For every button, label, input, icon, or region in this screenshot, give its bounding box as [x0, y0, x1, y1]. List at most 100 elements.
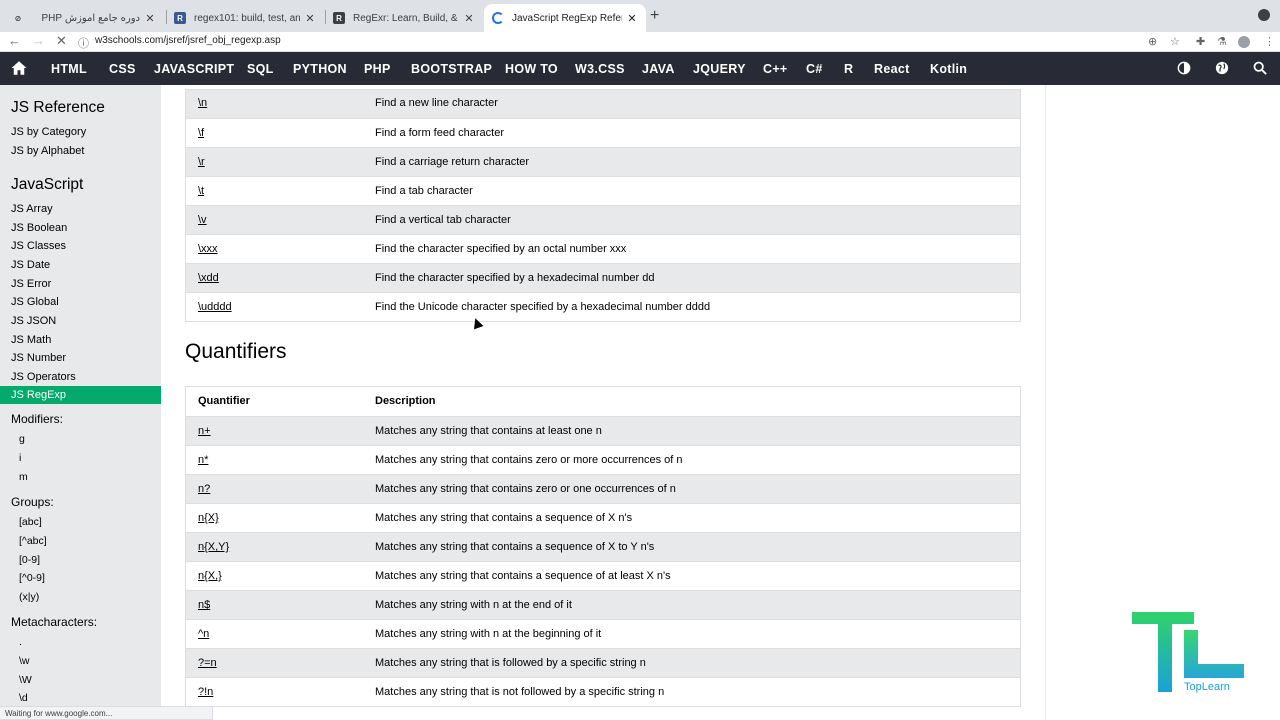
stop-loading-icon[interactable]: ✕ [56, 33, 67, 49]
nav-bootstrap[interactable]: BOOTSTRAP [411, 62, 492, 76]
tab-title: JavaScript RegExp Reference [512, 12, 622, 24]
kebab-menu-icon[interactable]: ⋮ [1264, 35, 1275, 48]
metachar-desc: Find a tab character [375, 185, 473, 197]
sidebar-item-group-alternation[interactable]: (x|y) [19, 591, 39, 603]
sidebar-item-group-digits[interactable]: [0-9] [19, 554, 40, 566]
tab-close-icon[interactable]: ✕ [626, 12, 638, 25]
back-arrow-icon[interactable]: ← [8, 33, 21, 48]
profile-avatar[interactable] [1238, 36, 1250, 48]
sidebar-item-meta-W[interactable]: \W [19, 674, 32, 686]
nav-javascript[interactable]: JAVASCRIPT [154, 62, 234, 76]
metachar-link[interactable]: \udddd [198, 301, 232, 313]
sidebar-link-by-alphabet[interactable]: JS by Alphabet [11, 145, 161, 157]
sidebar-item-modifier-m[interactable]: m [19, 471, 28, 483]
quantifier-link[interactable]: ^n [198, 628, 209, 640]
sidebar-item-group-not-digits[interactable]: [^0-9] [19, 572, 45, 584]
tab-close-icon[interactable]: ✕ [144, 12, 156, 25]
metachar-desc: Find a form feed character [375, 127, 505, 139]
quantifier-link[interactable]: n* [198, 454, 208, 466]
browser-status-bar: Waiting for www.google.com... [0, 706, 213, 720]
dark-mode-icon[interactable] [1177, 61, 1191, 75]
quantifier-link[interactable]: ?=n [198, 657, 217, 669]
sidebar-link-by-category[interactable]: JS by Category [11, 126, 161, 138]
metachar-link[interactable]: \r [198, 156, 205, 168]
sidebar-link-boolean[interactable]: JS Boolean [11, 222, 161, 234]
metachar-link[interactable]: \n [198, 97, 207, 109]
forward-arrow-icon[interactable]: → [32, 33, 45, 48]
bookmark-star-icon[interactable]: ☆ [1170, 35, 1180, 48]
nav-react[interactable]: React [874, 62, 910, 76]
nav-python[interactable]: PYTHON [293, 62, 347, 76]
nav-java[interactable]: JAVA [642, 62, 675, 76]
sidebar-link-json[interactable]: JS JSON [11, 315, 161, 327]
nav-php[interactable]: PHP [364, 62, 391, 76]
zoom-icon[interactable]: ⊕ [1148, 35, 1157, 48]
url-input[interactable]: w3schools.com/jsref/jsref_obj_regexp.asp [95, 35, 281, 46]
extension-flask-icon[interactable]: ⚗ [1217, 35, 1227, 48]
browser-tab-w3schools[interactable]: JavaScript RegExp Reference ✕ [484, 4, 646, 32]
nav-how-to[interactable]: HOW TO [505, 62, 558, 76]
browser-tab-php-course[interactable]: ⊘ دوره جامع آموزش PHP ✕ [4, 4, 164, 32]
site-info-icon[interactable]: ⓘ [78, 35, 89, 51]
sidebar-link-operators[interactable]: JS Operators [11, 371, 161, 383]
home-icon[interactable] [10, 59, 28, 77]
nav-sql[interactable]: SQL [247, 62, 274, 76]
globe-icon[interactable] [1215, 61, 1229, 75]
sidebar-label-metacharacters: Metacharacters: [11, 615, 98, 629]
table-row: n{X,} Matches any string that contains a… [186, 561, 1020, 590]
quantifier-link[interactable]: n{X} [198, 512, 219, 524]
quantifiers-table: Quantifier Description n+ Matches any st… [185, 386, 1021, 707]
table-row: \udddd Find the Unicode character specif… [186, 292, 1020, 321]
nav-kotlin[interactable]: Kotlin [930, 62, 967, 76]
quantifier-link[interactable]: n{X,Y} [198, 541, 229, 553]
sidebar-item-meta-w[interactable]: \w [19, 655, 30, 667]
quantifier-link[interactable]: n$ [198, 599, 210, 611]
browser-tab-bar: ⊘ دوره جامع آموزش PHP ✕ R regex101: buil… [0, 0, 1280, 32]
sidebar-label-modifiers: Modifiers: [11, 412, 64, 426]
browser-menu-icon[interactable] [1258, 9, 1270, 21]
nav-cpp[interactable]: C++ [763, 62, 788, 76]
sidebar-link-math[interactable]: JS Math [11, 334, 161, 346]
table-row: \r Find a carriage return character [186, 147, 1020, 176]
sidebar-link-global[interactable]: JS Global [11, 296, 161, 308]
browser-tab-regex101[interactable]: R regex101: build, test, and debu ✕ [166, 4, 324, 32]
extensions-puzzle-icon[interactable]: ✚ [1196, 35, 1205, 48]
search-icon[interactable] [1253, 61, 1267, 75]
quantifier-link[interactable]: n+ [198, 425, 211, 437]
nav-r[interactable]: R [844, 62, 853, 76]
tab-close-icon[interactable]: ✕ [304, 12, 316, 25]
sidebar-item-group-abc[interactable]: [abc] [19, 516, 42, 528]
sidebar-heading-javascript: JavaScript [11, 176, 84, 193]
tab-close-icon[interactable]: ✕ [463, 12, 475, 25]
table-row: \xxx Find the character specified by an … [186, 234, 1020, 263]
sidebar-item-modifier-i[interactable]: i [19, 452, 21, 464]
sidebar-item-group-not-abc[interactable]: [^abc] [19, 535, 47, 547]
sidebar-item-meta-d[interactable]: \d [19, 692, 28, 704]
metachar-link[interactable]: \xdd [198, 272, 219, 284]
metachar-link[interactable]: \v [198, 214, 207, 226]
quantifier-link[interactable]: n? [198, 483, 210, 495]
nav-html[interactable]: HTML [51, 62, 87, 76]
sidebar-link-number[interactable]: JS Number [11, 352, 161, 364]
sidebar-item-modifier-g[interactable]: g [19, 433, 25, 445]
metachar-link[interactable]: \t [198, 185, 204, 197]
regex101-favicon-icon: R [174, 12, 186, 24]
new-tab-button[interactable]: + [650, 7, 659, 25]
nav-css[interactable]: CSS [109, 62, 136, 76]
metachar-link[interactable]: \xxx [198, 243, 218, 255]
quantifier-link[interactable]: n{X,} [198, 570, 222, 582]
metachar-desc: Find the Unicode character specified by … [375, 301, 711, 313]
nav-w3css[interactable]: W3.CSS [575, 62, 625, 76]
nav-csharp[interactable]: C# [806, 62, 823, 76]
sidebar-item-meta-dot[interactable]: . [19, 636, 22, 648]
quantifier-link[interactable]: ?!n [198, 686, 213, 698]
sidebar-link-error[interactable]: JS Error [11, 278, 161, 290]
metacharacter-table: \n Find a new line character \f Find a f… [185, 89, 1021, 322]
metachar-link[interactable]: \f [198, 127, 204, 139]
sidebar-link-date[interactable]: JS Date [11, 259, 161, 271]
browser-tab-regexr[interactable]: R RegExr: Learn, Build, & Test Re ✕ [325, 4, 483, 32]
nav-jquery[interactable]: JQUERY [693, 62, 746, 76]
sidebar-link-regexp[interactable]: JS RegExp [0, 386, 161, 404]
sidebar-link-array[interactable]: JS Array [11, 203, 161, 215]
sidebar-link-classes[interactable]: JS Classes [11, 240, 161, 252]
